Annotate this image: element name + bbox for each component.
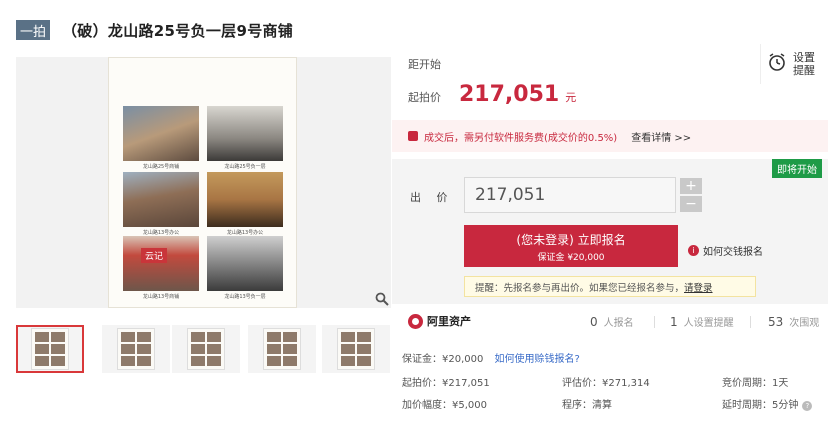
alarm-clock-icon	[767, 52, 787, 76]
thumbnail-2[interactable]	[102, 325, 170, 373]
photo-4: 龙山路13号办公	[207, 172, 283, 236]
ali-assets-brand[interactable]: 阿里资产	[408, 313, 471, 329]
decrease-bid-button[interactable]: −	[680, 196, 702, 212]
photo-6: 龙山路13号负一层	[207, 236, 283, 300]
auction-round-badge: 一拍	[16, 20, 50, 40]
signup-count-label: 人报名	[603, 318, 634, 329]
thumbnail-image	[117, 328, 155, 370]
starting-price-label: 起拍价	[408, 91, 441, 104]
photo-caption: 龙山路13号办公	[226, 230, 264, 236]
countdown-label: 距开始	[408, 58, 441, 71]
bid-label: 出 价	[410, 191, 454, 204]
photo-1: 龙山路25号商铺	[123, 106, 199, 170]
price-unit: 元	[565, 91, 577, 104]
reminder-label-line1: 设置	[793, 51, 815, 64]
view-details-link[interactable]: 查看详情 >>	[631, 129, 691, 144]
bid-area: 即将开始 出 价 217,051 + − (您未登录) 立即报名 保证金 ¥20…	[392, 159, 828, 304]
photo-3: 龙山路13号办公	[123, 172, 199, 236]
brand-name: 阿里资产	[427, 315, 471, 328]
thumbnail-1[interactable]	[16, 325, 84, 373]
divider	[654, 316, 655, 328]
register-button-label: (您未登录) 立即报名	[516, 233, 626, 247]
set-reminder-button[interactable]: 设置 提醒	[760, 44, 822, 84]
thumbnail-image	[337, 328, 375, 370]
status-badge: 即将开始	[772, 159, 822, 178]
shop-sign: 云记	[141, 248, 168, 263]
stats-bar: 阿里资产 0 人报名 1 人设置提醒 53 次围观	[392, 307, 828, 335]
thumbnail-5[interactable]	[322, 325, 390, 373]
reminder-label: 设置 提醒	[793, 51, 815, 77]
delay-info: 延时周期：5分钟?	[722, 396, 813, 411]
divider	[750, 316, 751, 328]
increase-bid-button[interactable]: +	[680, 178, 702, 194]
reminder-count-label: 人设置提醒	[683, 318, 734, 329]
service-fee-text: 成交后，需另付软件服务费(成交价的0.5%)	[424, 132, 618, 144]
bid-cycle-info: 竞价周期：1天	[722, 378, 789, 389]
signup-count-value: 0	[590, 315, 598, 329]
magnifier-icon[interactable]	[373, 290, 391, 308]
property-photo-poster: 龙山路25号商铺 龙山路25号负一层 龙山路13号办公 龙山路13号办公 云记 …	[108, 57, 297, 308]
deposit-info: 保证金：¥20,000 如何使用赊钱报名?	[402, 350, 580, 365]
reminder-label-line2: 提醒	[793, 64, 815, 77]
thumbnail-image	[31, 328, 69, 370]
photo-2: 龙山路25号负一层	[207, 106, 283, 170]
starting-price-value: 217,051	[459, 82, 560, 107]
thumbnail-strip	[16, 325, 391, 375]
starting-price-row: 起拍价 217,051 元	[408, 82, 576, 107]
page-title: （破）龙山路25号负一层9号商铺	[62, 21, 294, 40]
photo-caption: 龙山路13号商铺	[142, 294, 180, 300]
signup-count: 0 人报名	[590, 314, 634, 329]
photo-caption: 龙山路25号负一层	[224, 164, 266, 170]
thumbnail-4[interactable]	[248, 325, 316, 373]
login-link[interactable]: 请登录	[684, 280, 713, 294]
photo-5: 云记 龙山路13号商铺	[123, 236, 199, 300]
login-hint: 提醒：先报名参与再出价。如果您已经报名参与， 请登录	[464, 276, 756, 297]
thumbnail-image	[187, 328, 225, 370]
reminder-count-value: 1	[670, 315, 678, 329]
delay-text: 延时周期：5分钟	[722, 400, 799, 411]
view-count: 53 次围观	[768, 314, 819, 329]
how-to-pay-label: 如何交钱报名	[703, 247, 763, 258]
main-image-viewer[interactable]: 龙山路25号商铺 龙山路25号负一层 龙山路13号办公 龙山路13号办公 云记 …	[16, 57, 391, 308]
register-now-button[interactable]: (您未登录) 立即报名 保证金 ¥20,000	[464, 225, 678, 267]
ali-logo-icon	[408, 313, 423, 329]
deposit-label: 保证金 ¥20,000	[537, 253, 605, 263]
auction-page: 一拍 （破）龙山路25号负一层9号商铺 龙山路25号商铺 龙山路25号负一层 龙…	[0, 0, 828, 425]
service-fee-notice: 成交后，需另付软件服务费(成交价的0.5%) 查看详情 >>	[392, 120, 828, 152]
login-hint-text: 提醒：先报名参与再出价。如果您已经报名参与，	[475, 282, 685, 294]
procedure-info: 程序：清算	[562, 400, 612, 411]
reminder-count: 1 人设置提醒	[670, 314, 734, 329]
page-header: 一拍 （破）龙山路25号负一层9号商铺	[0, 12, 293, 48]
credit-signup-link[interactable]: 如何使用赊钱报名?	[495, 354, 580, 365]
how-to-pay-link[interactable]: i 如何交钱报名	[688, 243, 763, 258]
info-icon: i	[688, 245, 699, 256]
gift-icon	[408, 131, 418, 141]
increment-info: 加价幅度：¥5,000	[402, 400, 487, 411]
photo-caption: 龙山路25号商铺	[142, 164, 180, 170]
view-count-label: 次围观	[789, 318, 820, 329]
thumbnail-image	[263, 328, 301, 370]
start-price-info: 起拍价：¥217,051	[402, 378, 490, 389]
photo-caption: 龙山路13号负一层	[224, 294, 266, 300]
help-icon[interactable]: ?	[802, 401, 813, 411]
view-count-value: 53	[768, 315, 784, 329]
thumbnail-3[interactable]	[172, 325, 240, 373]
appraisal-info: 评估价：¥271,314	[562, 378, 650, 389]
auction-info-panel: 距开始 设置 提醒 起拍价 217,051 元 成交后，需另付软件服务费(成交价…	[392, 44, 828, 425]
photo-caption: 龙山路13号办公	[142, 230, 180, 236]
bid-amount-input[interactable]: 217,051	[464, 177, 676, 213]
deposit-text: 保证金：¥20,000	[402, 354, 484, 365]
